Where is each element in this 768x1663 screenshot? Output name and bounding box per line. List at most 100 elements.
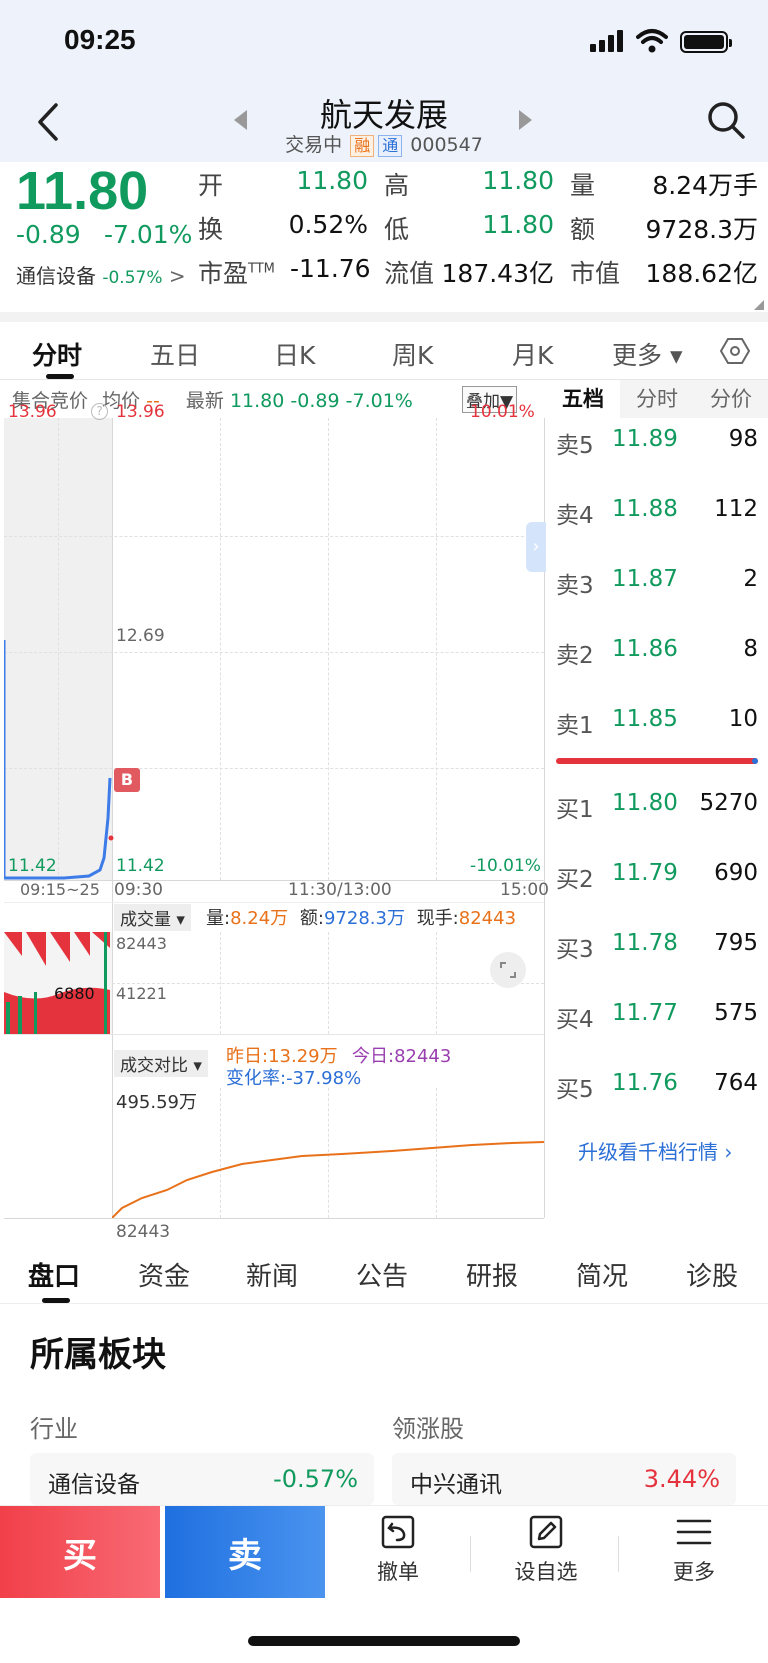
ask-4-volume: 112 [714,496,758,522]
float-cap-label: 流值 [384,259,435,288]
volume-value: 8.24万手 [652,171,758,200]
price-top: 13.96 [116,402,165,422]
add-watchlist-label: 设自选 [514,1560,578,1584]
stock-code: 000547 [410,134,483,156]
tab-monthly-k[interactable]: 月K [512,336,553,372]
tab-diagnosis[interactable]: 诊股 [686,1256,738,1293]
time-close: 15:00 [500,880,549,900]
industry-card[interactable]: 通信设备 -0.57% [30,1453,374,1505]
more-label: 更多 [673,1560,715,1584]
expand-panel-handle[interactable]: › [526,522,546,572]
tab-five-day[interactable]: 五日 [150,336,200,372]
ask-1-volume: 10 [728,706,758,732]
tab-weekly-k[interactable]: 周K [392,336,433,372]
bid-2-volume: 690 [714,860,758,886]
ask-5-label: 卖5 [556,433,594,459]
volume-label: 量 [570,171,596,200]
open-value: 11.80 [296,166,368,195]
time-auction: 09:15~25 [20,880,100,899]
tab-more[interactable]: 更多 ▾ [612,336,683,372]
bid-5-label: 买5 [556,1077,594,1103]
ask-5-price: 11.89 [612,426,678,452]
upgrade-depth-link[interactable]: 升级看千档行情 › [578,1136,732,1165]
volume-selector[interactable]: 成交量 ▾ [114,904,191,931]
ask-2-label: 卖2 [556,643,594,669]
buy-marker[interactable]: B [114,768,140,792]
signal-icon [590,30,626,52]
industry-label: 行业 [30,1415,78,1443]
tab-handicap[interactable]: 盘口 [28,1256,80,1293]
low-value: 11.80 [482,210,554,239]
fullscreen-button[interactable] [490,952,526,988]
sector-name: 通信设备 [16,264,96,288]
bid-5-price: 11.76 [612,1070,678,1096]
bid-ask-ratio-bar [556,758,758,764]
latest-label: 最新 [185,390,224,412]
latest-price: 11.80 [229,390,285,412]
tab-intraday[interactable]: 分时 [32,336,82,372]
fullscreen-icon [500,962,516,978]
volume-max: 82443 [116,934,167,953]
tab-tick-detail[interactable]: 分时 [620,380,694,418]
search-icon[interactable] [706,100,746,140]
tab-capital[interactable]: 资金 [138,1256,190,1293]
stock-subline: 交易中 融通 000547 [0,130,768,157]
tab-price-dist[interactable]: 分价 [694,380,768,418]
pe-value: -11.76 [290,254,371,283]
menu-icon [676,1519,712,1545]
chart-settings-icon[interactable] [720,336,750,366]
compare-curve [112,1141,544,1219]
cancel-order-button[interactable]: 撤单 [348,1514,448,1586]
bid-5-volume: 764 [714,1070,758,1096]
sell-button[interactable]: 卖 [165,1506,325,1598]
bid-3-price: 11.78 [612,930,678,956]
bid-3-volume: 795 [714,930,758,956]
tab-order-book[interactable]: 五档 [546,380,620,418]
volume-mid: 41221 [116,984,167,1003]
leader-label: 领涨股 [392,1415,464,1443]
connect-tag: 通 [378,135,403,157]
ask-3-label: 卖3 [556,573,594,599]
tab-research[interactable]: 研报 [466,1256,518,1293]
auction-price-line [4,640,114,880]
auction-volume-label: 6880 [54,984,95,1003]
chart-area: 集合竞价 均价 -- 最新 11.80 -0.89 -7.01% 叠加▼ 13.… [0,380,768,1242]
home-indicator [248,1636,520,1646]
price-mid: 12.69 [116,626,165,646]
pct-bottom: -10.01% [470,856,541,876]
ask-2-price: 11.86 [612,636,678,662]
tab-profile[interactable]: 简况 [576,1256,628,1293]
chevron-right-icon: > [168,264,186,288]
time-mid: 11:30/13:00 [288,880,392,900]
leader-card[interactable]: 中兴通讯 3.44% [392,1453,736,1505]
edit-icon [529,1515,563,1549]
add-watchlist-button[interactable]: 设自选 [496,1514,596,1586]
buy-button[interactable]: 买 [0,1506,160,1598]
industry-name: 通信设备 [48,1472,140,1498]
time-open: 09:30 [114,880,163,900]
stock-header: 航天发展 交易中 融通 000547 [0,90,768,162]
tab-daily-k[interactable]: 日K [274,336,315,372]
high-value: 11.80 [482,166,554,195]
cancel-order-icon [381,1515,415,1549]
leader-name: 中兴通讯 [410,1472,502,1498]
latest-pct: -7.01% [345,390,413,412]
amount-value: 9728.3万 [645,215,758,244]
tab-announcements[interactable]: 公告 [356,1256,408,1293]
ask-3-volume: 2 [743,566,758,592]
trading-status: 交易中 [285,134,343,156]
bid-4-price: 11.77 [612,1000,678,1026]
compare-selector[interactable]: 成交对比 ▾ [114,1050,208,1077]
sector-link[interactable]: 通信设备 -0.57% > [16,260,186,289]
tab-news[interactable]: 新闻 [246,1256,298,1293]
turnover-value: 0.52% [288,210,368,239]
bid-3-label: 买3 [556,937,594,963]
more-button[interactable]: 更多 [644,1514,744,1586]
ask-4-label: 卖4 [556,503,594,529]
status-bar: 09:25 [0,0,768,90]
turnover-label: 换 [198,215,224,244]
price-bottom: 11.42 [116,856,165,876]
expand-corner-icon[interactable] [754,300,764,310]
amount-label: 额 [570,215,596,244]
detail-tabs: 盘口 资金 新闻 公告 研报 简况 诊股 [0,1240,768,1304]
